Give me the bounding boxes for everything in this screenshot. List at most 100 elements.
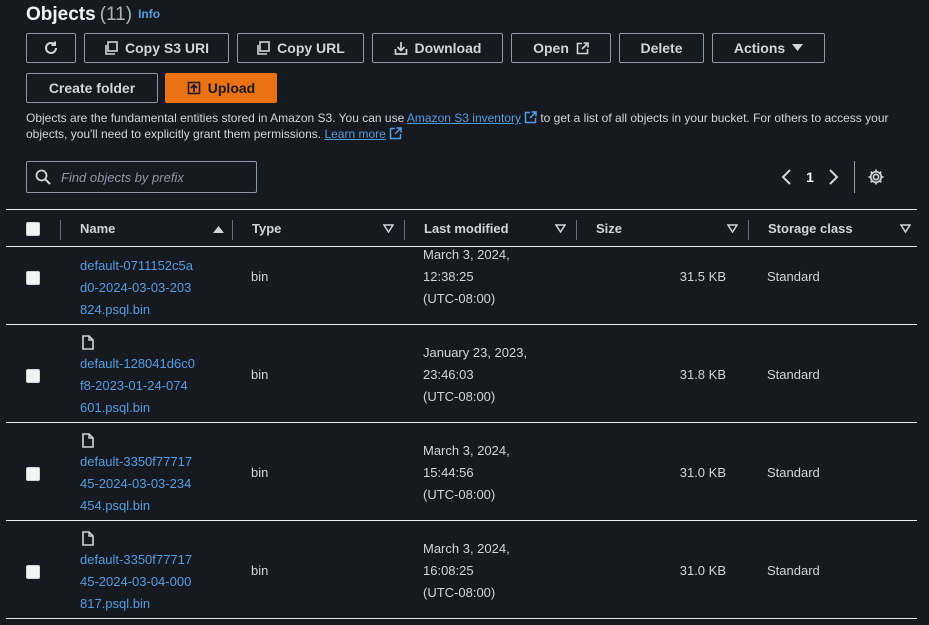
object-name-link[interactable]: default-3350f77717 45-2024-03-03-234 454… <box>80 451 192 517</box>
actions-dropdown[interactable]: Actions <box>712 33 825 63</box>
sort-icon <box>555 224 566 233</box>
column-type-label: Type <box>252 221 282 236</box>
upload-label: Upload <box>207 80 256 96</box>
object-type: bin <box>251 367 269 382</box>
copy-icon <box>105 41 118 55</box>
open-button[interactable]: Open <box>511 33 611 63</box>
copy-url-label: Copy URL <box>277 40 345 56</box>
object-name-cell: default-128041d6c0 f8-2023-01-24-074 601… <box>80 353 195 419</box>
last-modified: January 23, 2023, 23:46:03 (UTC-08:00) <box>423 345 528 404</box>
object-size: 31.8 KB <box>679 367 726 382</box>
column-separator <box>60 220 61 240</box>
current-page[interactable]: 1 <box>800 169 820 185</box>
copy-icon <box>257 41 270 55</box>
external-link-icon <box>524 111 537 124</box>
storage-class: Standard <box>767 563 820 578</box>
column-name-label: Name <box>80 221 116 236</box>
title-text: Objects <box>26 4 96 25</box>
last-modified: March 3, 2024, 15:44:56 (UTC-08:00) <box>423 443 510 502</box>
external-link-icon <box>576 41 589 54</box>
storage-class: Standard <box>767 367 820 382</box>
s3-inventory-link[interactable]: Amazon S3 inventory <box>407 111 521 125</box>
download-button[interactable]: Download <box>372 33 503 63</box>
download-icon <box>394 42 407 55</box>
sort-icon <box>727 224 738 233</box>
search-input[interactable] <box>59 168 243 186</box>
pager-divider <box>854 161 855 193</box>
sort-ascending-icon <box>213 225 224 233</box>
object-size: 31.0 KB <box>679 563 726 578</box>
object-name-link[interactable]: default-128041d6c0 f8-2023-01-24-074 601… <box>80 353 195 419</box>
object-name-cell: default-3350f77717 45-2024-03-03-234 454… <box>80 451 192 517</box>
page-title: Objects (11) Info <box>26 4 160 26</box>
gear-icon[interactable] <box>867 168 885 186</box>
last-modified: March 3, 2024, 16:08:25 (UTC-08:00) <box>423 541 510 600</box>
table-row[interactable]: default-128041d6c0 f8-2023-01-24-074 601… <box>6 325 917 423</box>
object-type: bin <box>251 563 269 578</box>
copy-url-button[interactable]: Copy URL <box>237 33 364 63</box>
upload-button[interactable]: Upload <box>165 73 277 103</box>
description-text: Objects are the fundamental entities sto… <box>26 111 407 125</box>
objects-table: Name Type Last modified Size Storage cla… <box>6 209 917 619</box>
sort-icon <box>900 224 911 233</box>
copy-s3-uri-button[interactable]: Copy S3 URI <box>84 33 229 63</box>
object-count: (11) <box>99 4 133 25</box>
actions-label: Actions <box>733 40 786 56</box>
caret-down-icon <box>792 44 804 51</box>
column-separator <box>232 220 233 240</box>
search-box[interactable] <box>26 161 257 193</box>
refresh-icon <box>45 41 57 54</box>
object-type: bin <box>251 269 269 284</box>
column-separator <box>748 220 749 240</box>
refresh-button[interactable] <box>26 33 76 63</box>
column-size[interactable]: Size <box>576 210 748 247</box>
object-size: 31.5 KB <box>679 269 726 284</box>
object-type: bin <box>251 465 269 480</box>
learn-more-link[interactable]: Learn more <box>324 127 385 141</box>
row-checkbox[interactable] <box>26 369 40 383</box>
object-name-link[interactable]: default-0711152c5a d0-2024-03-03-203 824… <box>80 255 193 321</box>
object-name-cell: default-3350f77717 45-2024-03-04-000 817… <box>80 549 192 615</box>
objects-description: Objects are the fundamental entities sto… <box>26 110 906 142</box>
select-all-cell <box>26 210 40 247</box>
column-separator <box>404 220 405 240</box>
column-storage-class[interactable]: Storage class <box>748 210 917 247</box>
search-icon <box>35 169 51 185</box>
info-link[interactable]: Info <box>138 7 160 21</box>
column-size-label: Size <box>596 221 623 236</box>
storage-class: Standard <box>767 465 820 480</box>
delete-button[interactable]: Delete <box>619 33 704 63</box>
select-all-checkbox[interactable] <box>26 221 40 236</box>
column-type[interactable]: Type <box>232 210 404 247</box>
copy-s3-uri-label: Copy S3 URI <box>124 40 209 56</box>
object-name-cell: default-0711152c5a d0-2024-03-03-203 824… <box>80 255 193 321</box>
object-name-link[interactable]: default-3350f77717 45-2024-03-04-000 817… <box>80 549 192 615</box>
pagination: 1 <box>780 161 885 193</box>
chevron-left-icon[interactable] <box>780 168 794 186</box>
chevron-right-icon[interactable] <box>826 168 840 186</box>
file-icon <box>82 531 94 546</box>
row-checkbox[interactable] <box>26 565 40 579</box>
upload-icon <box>187 81 201 95</box>
file-icon <box>82 335 94 350</box>
row-checkbox[interactable] <box>26 271 40 285</box>
open-label: Open <box>533 40 569 56</box>
column-last-modified[interactable]: Last modified <box>404 210 576 247</box>
storage-class: Standard <box>767 269 820 284</box>
table-row[interactable]: default-0711152c5a d0-2024-03-03-203 824… <box>6 247 917 325</box>
table-row[interactable]: default-3350f77717 45-2024-03-03-234 454… <box>6 423 917 521</box>
column-last-modified-label: Last modified <box>424 221 509 236</box>
table-row[interactable]: default-3350f77717 45-2024-03-04-000 817… <box>6 521 917 619</box>
column-separator <box>576 220 577 240</box>
sort-icon <box>383 224 394 233</box>
file-icon <box>82 433 94 448</box>
last-modified: March 3, 2024, 12:38:25 (UTC-08:00) <box>423 247 510 306</box>
create-folder-label: Create folder <box>48 80 136 96</box>
create-folder-button[interactable]: Create folder <box>26 73 158 103</box>
table-header: Name Type Last modified Size Storage cla… <box>6 209 917 247</box>
column-name[interactable]: Name <box>60 210 232 247</box>
download-label: Download <box>414 40 482 56</box>
row-checkbox[interactable] <box>26 467 40 481</box>
delete-label: Delete <box>640 40 683 56</box>
object-size: 31.0 KB <box>679 465 726 480</box>
